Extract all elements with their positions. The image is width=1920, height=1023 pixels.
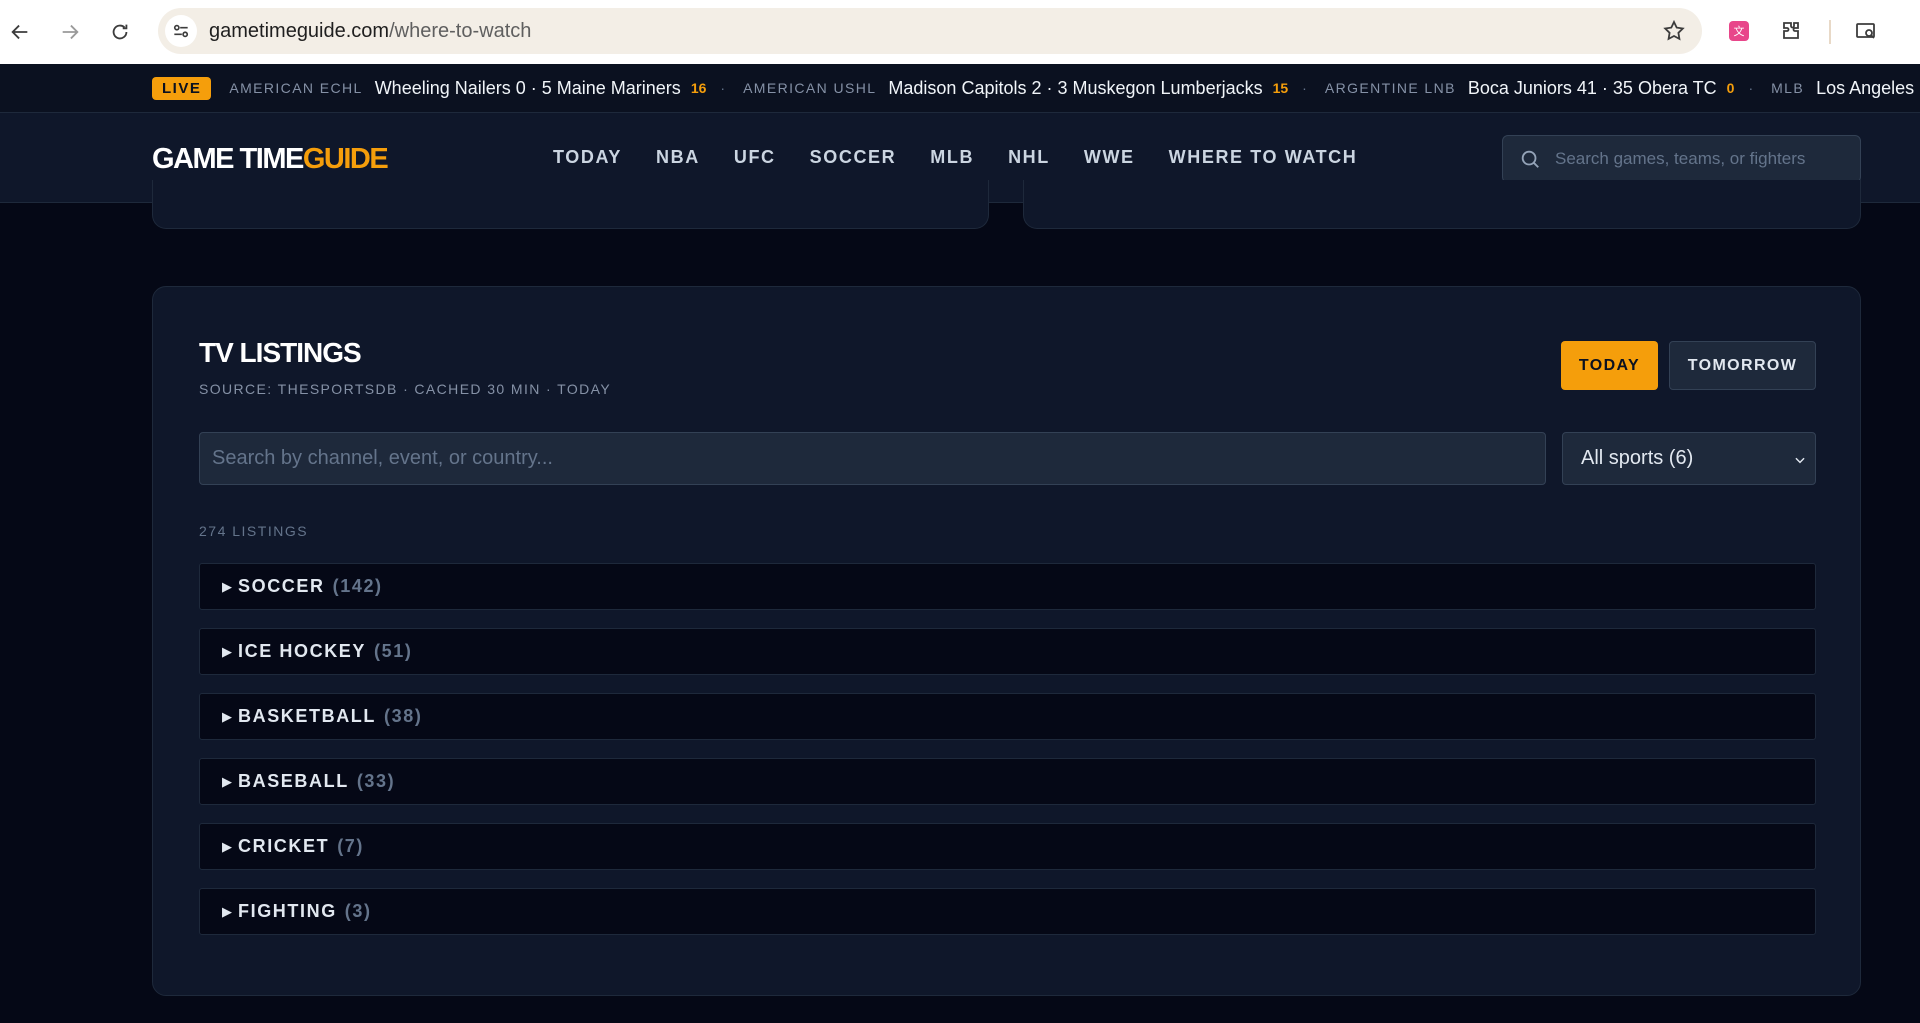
sport-groups: ▶ SOCCER (142) ▶ ICE HOCKEY (51) ▶ BASKE… [199,563,1816,953]
arrow-left-icon [11,24,28,40]
caret-right-icon: ▶ [222,708,232,724]
address-bar[interactable]: gametimeguide.com/where-to-watch [158,8,1702,54]
forward-button[interactable] [50,12,90,52]
ticker-item[interactable]: MLB Los Angeles [1771,78,1914,99]
nav-today[interactable]: TODAY [553,147,622,168]
extensions-puzzle-icon[interactable] [1777,17,1805,45]
chevron-down-icon [1795,457,1805,464]
group-fighting[interactable]: ▶ FIGHTING (3) [199,888,1816,935]
ticker-item[interactable]: AMERICAN ECHL Wheeling Nailers 0 · 5 Mai… [229,78,725,99]
svg-text:文: 文 [1734,24,1745,38]
listings-search-input[interactable] [199,432,1546,485]
panel-subtitle: SOURCE: THESPORTSDB · CACHED 30 MIN · TO… [199,381,612,397]
ticker-separator: · [1302,80,1307,96]
ticker-item[interactable]: AMERICAN USHL Madison Capitols 2 · 3 Mus… [743,78,1307,99]
site-search [1502,135,1861,183]
tomorrow-button[interactable]: TOMORROW [1669,341,1816,390]
caret-right-icon: ▶ [222,903,232,919]
sport-filter-select[interactable]: All sports (6) [1562,432,1816,485]
bookmark-star-icon[interactable] [1662,19,1686,43]
caret-right-icon: ▶ [222,578,232,594]
caret-right-icon: ▶ [222,773,232,789]
group-basketball[interactable]: ▶ BASKETBALL (38) [199,693,1816,740]
group-baseball[interactable]: ▶ BASEBALL (33) [199,758,1816,805]
url-text: gametimeguide.com/where-to-watch [209,19,532,42]
group-ice-hockey[interactable]: ▶ ICE HOCKEY (51) [199,628,1816,675]
tv-listings-panel: TV LISTINGS SOURCE: THESPORTSDB · CACHED… [152,286,1861,996]
main-nav: TODAY NBA UFC SOCCER MLB NHL WWE WHERE T… [553,147,1391,168]
panel-title: TV LISTINGS [199,337,362,368]
back-button[interactable] [0,12,40,52]
nav-ufc[interactable]: UFC [734,147,776,168]
nav-wwe[interactable]: WWE [1084,147,1135,168]
previous-card-right [1023,180,1861,229]
browser-toolbar: gametimeguide.com/where-to-watch 文 [0,0,1920,64]
nav-soccer[interactable]: SOCCER [810,147,897,168]
caret-right-icon: ▶ [222,838,232,854]
site-search-input[interactable] [1555,149,1845,169]
nav-where-to-watch[interactable]: WHERE TO WATCH [1169,147,1358,168]
group-cricket[interactable]: ▶ CRICKET (7) [199,823,1816,870]
tune-icon [173,24,189,38]
previous-card-left [152,180,989,229]
live-badge: LIVE [152,76,212,100]
caret-right-icon: ▶ [222,643,232,659]
reload-icon [112,24,128,40]
translate-extension-icon[interactable]: 文 [1725,17,1753,45]
arrow-right-icon [62,24,79,40]
ticker-item[interactable]: ARGENTINE LNB Boca Juniors 41 · 35 Obera… [1325,78,1753,99]
live-ticker: LIVE AMERICAN ECHL Wheeling Nailers 0 · … [0,64,1920,113]
search-tab-icon[interactable] [1852,17,1880,45]
nav-nba[interactable]: NBA [656,147,700,168]
reload-button[interactable] [100,12,140,52]
toolbar-divider [1829,20,1831,44]
ticker-separator: · [720,80,726,96]
today-button[interactable]: TODAY [1561,341,1658,390]
group-soccer[interactable]: ▶ SOCCER (142) [199,563,1816,610]
nav-mlb[interactable]: MLB [930,147,974,168]
site-info-button[interactable] [165,15,197,47]
site-logo[interactable]: GAME TIMEGUIDE [152,143,389,176]
search-icon [1521,150,1539,168]
ticker-separator: · [1748,80,1754,96]
nav-nhl[interactable]: NHL [1008,147,1050,168]
listing-count: 274 LISTINGS [199,523,309,539]
